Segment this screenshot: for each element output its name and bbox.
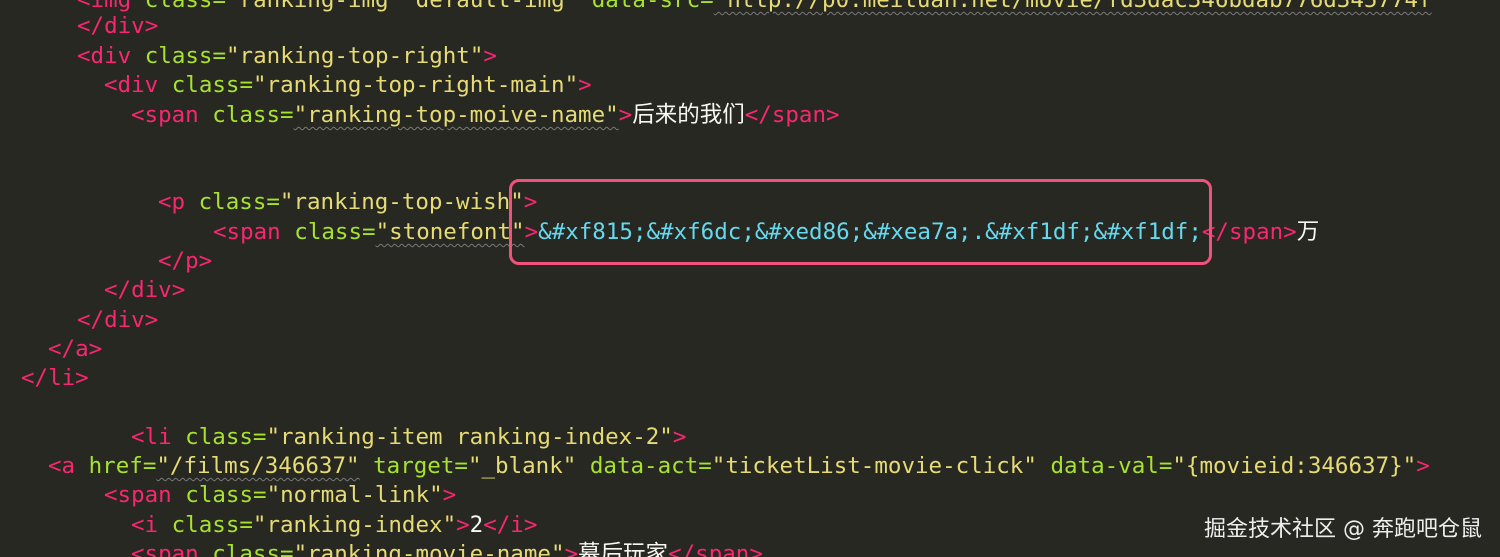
code-token: <div — [104, 72, 159, 98]
code-token: > — [442, 482, 457, 508]
code-editor[interactable]: <img class="ranking-img default-img" dat… — [0, 0, 1500, 557]
code-token: > — [483, 43, 497, 69]
code-token: </p> — [158, 248, 213, 274]
code-token: href= — [75, 453, 157, 479]
code-token: </i> — [483, 512, 538, 538]
code-token: </div> — [77, 13, 159, 39]
code-token: "/films/346637" — [156, 453, 360, 479]
code-token: "ranking-top-wish" — [279, 189, 524, 215]
code-token: "_blank" — [467, 453, 577, 479]
code-line: <span class="normal-link"> — [104, 481, 456, 511]
code-line: </div> — [77, 306, 158, 336]
code-token: 幕后玩家 — [578, 541, 669, 557]
code-token: </div> — [104, 277, 186, 303]
code-line: </a> — [48, 335, 102, 365]
code-token: "ranking-top-moive-name" — [293, 102, 619, 128]
code-token: </li> — [21, 365, 89, 391]
code-line: <span class="stonefont">&#xf815;&#xf6dc;… — [213, 218, 1319, 248]
code-token: </span> — [668, 541, 763, 557]
code-token: <li — [131, 424, 172, 450]
code-token: > — [523, 189, 538, 215]
code-token: </div> — [77, 307, 159, 333]
code-token: </span> — [744, 102, 840, 128]
code-line: </div> — [77, 12, 158, 42]
code-line: <img class="ranking-img default-img" dat… — [77, 0, 1432, 16]
code-token: <span — [104, 482, 172, 508]
code-token: "ranking-index" — [252, 512, 457, 538]
code-token: data-src= — [578, 0, 714, 13]
code-line: </p> — [158, 247, 212, 277]
code-token: > — [618, 102, 633, 128]
code-line: <p class="ranking-top-wish"> — [158, 188, 537, 218]
code-line: <div class="ranking-top-right"> — [77, 42, 497, 72]
code-token: 后来的我们 — [632, 102, 745, 128]
code-token: <p — [158, 189, 186, 215]
code-token: "normal-link" — [266, 482, 443, 508]
code-token: 万 — [1296, 219, 1320, 245]
code-token: &#xf815;&#xf6dc;&#xed86;&#xea7a;.&#xf1df… — [538, 219, 1202, 245]
code-token: class= — [131, 43, 227, 69]
code-token: > — [578, 72, 592, 98]
code-token: target= — [359, 453, 468, 479]
code-token: > — [524, 219, 539, 245]
code-token: <span — [131, 541, 199, 557]
code-token: </span> — [1201, 219, 1297, 245]
code-token: "ranking-top-right-main" — [253, 72, 579, 98]
watermark: 掘金技术社区 @ 奔跑吧仓鼠 — [1204, 517, 1482, 542]
code-token: "stonefont" — [375, 219, 525, 245]
code-line: </li> — [21, 364, 89, 394]
code-token: "ranking-img default-img" — [226, 0, 579, 13]
code-line: <li class="ranking-item ranking-index-2"… — [131, 423, 686, 453]
code-line: <div class="ranking-top-right-main"> — [104, 71, 592, 101]
code-token: class= — [185, 189, 280, 215]
code-token: class= — [171, 482, 267, 508]
code-token: <a — [48, 453, 76, 479]
code-token: data-val= — [1036, 453, 1173, 479]
code-token: "ranking-top-right" — [226, 43, 484, 69]
code-line: </div> — [104, 276, 185, 306]
code-token: > — [672, 424, 687, 450]
code-token: class= — [198, 541, 294, 557]
code-token: class= — [158, 512, 253, 538]
code-line: <span class="ranking-movie-name">幕后玩家</s… — [131, 540, 763, 557]
code-token: "ticketList-movie-click" — [711, 453, 1037, 479]
code-line: <i class="ranking-index">2</i> — [131, 511, 537, 541]
code-token: "ranking-movie-name" — [293, 541, 565, 557]
code-token: <span — [131, 102, 199, 128]
code-token: "http://p0.meituan.net/movie/fd3dac346bd… — [713, 0, 1432, 13]
code-token: class= — [158, 72, 254, 98]
code-token: "{movieid:346637}" — [1172, 453, 1417, 479]
code-token: "ranking-item ranking-index-2" — [266, 424, 673, 450]
code-token: </a> — [48, 336, 103, 362]
code-line: <a href="/films/346637" target="_blank" … — [48, 452, 1430, 482]
code-token: 2 — [469, 512, 484, 538]
code-token: <span — [213, 219, 281, 245]
code-token: > — [564, 541, 579, 557]
code-token: data-act= — [576, 453, 712, 479]
code-token: > — [456, 512, 470, 538]
code-line: <span class="ranking-top-moive-name">后来的… — [131, 101, 840, 131]
code-token: <i — [131, 512, 159, 538]
code-token: class= — [280, 219, 376, 245]
code-token: <div — [77, 43, 132, 69]
code-token: class= — [198, 102, 294, 128]
code-token: > — [1416, 453, 1430, 479]
code-token: class= — [171, 424, 267, 450]
